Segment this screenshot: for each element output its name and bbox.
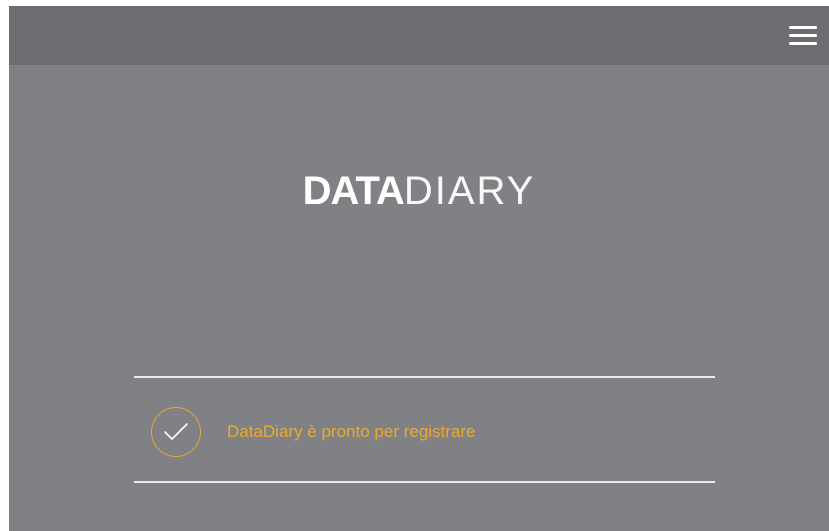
- hamburger-menu-icon[interactable]: [789, 23, 817, 47]
- app-screen: DATADIARY DataDiary è pronto per registr…: [9, 6, 829, 531]
- checkmark-circle-icon: [151, 407, 201, 457]
- menu-line: [789, 34, 817, 37]
- top-bar: [9, 6, 829, 65]
- status-message: DataDiary è pronto per registrare: [227, 422, 476, 441]
- divider-bottom: [134, 481, 715, 483]
- menu-line: [789, 42, 817, 45]
- divider-top: [134, 376, 715, 378]
- logo-data-text: DATA: [302, 169, 405, 213]
- menu-line: [789, 26, 817, 29]
- datadiary-logo: DATADIARY: [9, 169, 829, 213]
- checkmark-icon: [164, 423, 188, 440]
- logo-diary-text: DIARY: [403, 169, 536, 213]
- status-row: DataDiary è pronto per registrare: [151, 404, 476, 460]
